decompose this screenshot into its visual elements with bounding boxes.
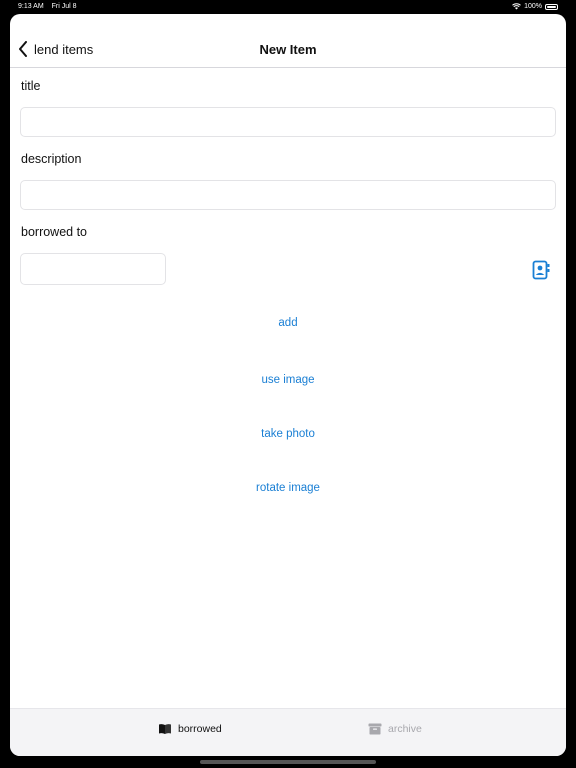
status-time: 9:13 AM	[18, 3, 44, 10]
title-label: title	[21, 79, 41, 93]
new-item-sheet: lend items New Item title description bo…	[10, 14, 566, 756]
status-bar: 9:13 AM Fri Jul 8 100%	[0, 0, 576, 14]
rotate-image-button[interactable]: rotate image	[10, 482, 566, 494]
battery-percent: 100%	[524, 3, 542, 10]
borrowed-to-input[interactable]	[20, 253, 166, 285]
title-input[interactable]	[20, 107, 556, 137]
description-label: description	[21, 152, 82, 166]
navigation-bar: lend items New Item	[10, 14, 566, 68]
tab-borrowed[interactable]: borrowed	[158, 723, 222, 735]
contacts-book-icon[interactable]	[532, 260, 550, 280]
tab-borrowed-label: borrowed	[178, 723, 222, 735]
tab-bar: borrowed archive	[10, 708, 566, 756]
book-icon	[159, 724, 171, 734]
battery-icon	[545, 3, 558, 10]
page-title: New Item	[259, 42, 317, 57]
description-input[interactable]	[20, 180, 556, 210]
tab-archive[interactable]: archive	[368, 723, 422, 735]
archive-box-icon	[368, 723, 382, 735]
home-indicator[interactable]	[200, 760, 376, 764]
wifi-icon	[512, 3, 521, 10]
tab-archive-label: archive	[388, 723, 422, 735]
status-date: Fri Jul 8	[51, 3, 77, 10]
use-image-button[interactable]: use image	[10, 374, 566, 386]
borrowed-to-label: borrowed to	[21, 225, 88, 239]
add-button[interactable]: add	[10, 317, 566, 329]
take-photo-button[interactable]: take photo	[10, 428, 566, 440]
